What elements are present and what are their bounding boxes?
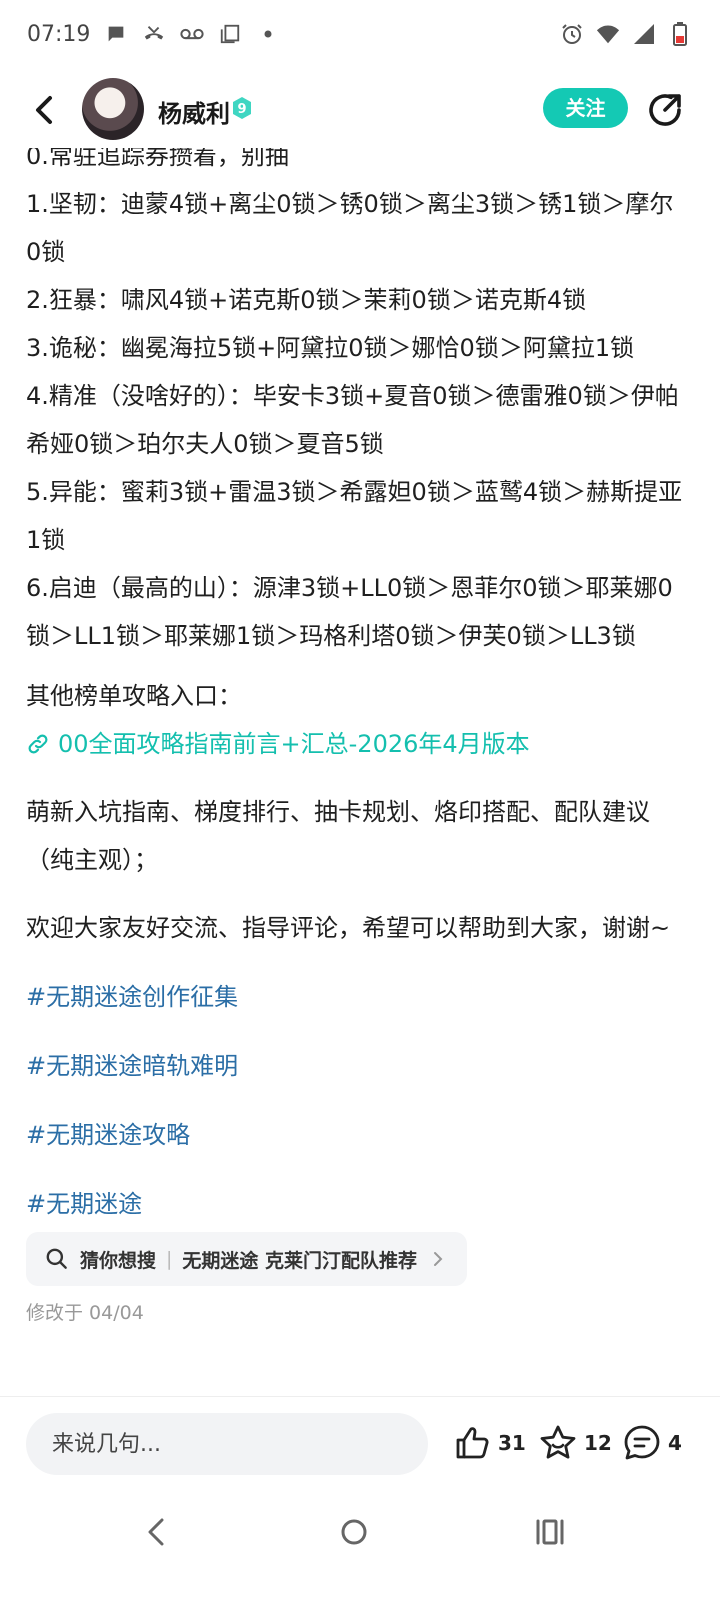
- nav-home-icon: [341, 1519, 367, 1545]
- post-header: 杨威利 9 关注: [0, 72, 720, 148]
- nav-back-icon: [148, 1518, 164, 1546]
- system-nav-bar: [0, 1492, 720, 1600]
- battery-icon: [668, 22, 692, 46]
- guide-link-text[interactable]: 00全面攻略指南前言+汇总-2026年4月版本: [58, 720, 530, 768]
- suggest-query: 无期迷途 克莱门汀配队推荐: [182, 1249, 418, 1272]
- other-lists-label: 其他榜单攻略入口：: [26, 682, 242, 710]
- thumbs-up-icon: [456, 1427, 489, 1459]
- status-notification-icons: [104, 22, 280, 46]
- tier-line-1: 1.坚韧：迪蒙4锁+离尘0锁＞锈0锁＞离尘3锁＞锈1锁＞摩尔0锁: [26, 190, 674, 266]
- chat-bubble-icon: [104, 22, 128, 46]
- comment-button[interactable]: 4: [622, 1423, 682, 1463]
- status-system-icons: [560, 22, 692, 46]
- level-badge-number: 9: [237, 102, 246, 117]
- guide-link[interactable]: 00全面攻略指南前言+汇总-2026年4月版本: [26, 720, 686, 768]
- back-button[interactable]: [26, 90, 64, 130]
- status-time: 07:19: [27, 22, 91, 47]
- tier-line-3: 3.诡秘：幽冕海拉5锁+阿黛拉0锁＞娜恰0锁＞阿黛拉1锁: [26, 334, 635, 362]
- nav-recents-icon: [536, 1519, 564, 1545]
- comment-count: 4: [668, 1431, 682, 1455]
- tier-line-4: 4.精准（没啥好的）：毕安卡3锁+夏音0锁＞德雷雅0锁＞伊帕希娅0锁＞珀尔夫人0…: [26, 382, 679, 458]
- level-badge-icon: 9: [233, 97, 251, 119]
- missed-call-icon: [142, 22, 166, 46]
- nav-recents-button[interactable]: [530, 1512, 570, 1552]
- suggest-prefix: 猜你想搜: [80, 1249, 157, 1272]
- welcome-text: 欢迎大家友好交流、指导评论，希望可以帮助到大家，谢谢~: [26, 914, 671, 942]
- intro-text: 萌新入坑指南、梯度排行、抽卡规划、烙印搭配、配队建议（纯主观）；: [26, 798, 650, 874]
- status-bar: 07:19: [0, 0, 720, 70]
- topic-tag[interactable]: #无期迷途暗轨难明: [26, 1042, 686, 1090]
- signal-icon: [632, 22, 656, 46]
- post-content: 0.常驻追踪券攒着，别抽 1.坚韧：迪蒙4锁+离尘0锁＞锈0锁＞离尘3锁＞锈1锁…: [26, 132, 686, 1394]
- wifi-icon: [596, 22, 620, 46]
- tier-line-2: 2.狂暴：啸风4锁+诺克斯0锁＞茉莉0锁＞诺克斯4锁: [26, 286, 587, 314]
- bottom-action-bar: 31 12 4: [0, 1396, 720, 1493]
- star-icon: [540, 1425, 576, 1459]
- search-suggestion-chip[interactable]: 猜你想搜 | 无期迷途 克莱门汀配队推荐: [26, 1232, 468, 1286]
- suggest-divider: |: [166, 1248, 173, 1270]
- author-name[interactable]: 杨威利: [158, 94, 230, 129]
- topic-tag[interactable]: #无期迷途: [26, 1180, 686, 1228]
- tier-line-5: 5.异能：蜜莉3锁+雷温3锁＞希露妲0锁＞蓝鹫4锁＞赫斯提亚1锁: [26, 478, 683, 554]
- nav-back-button[interactable]: [138, 1512, 178, 1552]
- chevron-left-icon: [36, 96, 52, 124]
- like-button[interactable]: 31: [452, 1423, 526, 1463]
- nav-home-button[interactable]: [334, 1512, 374, 1552]
- dot-icon: [256, 22, 280, 46]
- alarm-icon: [560, 22, 584, 46]
- comment-input[interactable]: [26, 1413, 428, 1475]
- copy-icon: [218, 22, 242, 46]
- topic-tag[interactable]: #无期迷途攻略: [26, 1111, 686, 1159]
- link-icon: [28, 734, 48, 754]
- comment-bubble-icon: [624, 1425, 660, 1460]
- like-count: 31: [498, 1431, 526, 1455]
- voicemail-icon: [180, 22, 204, 46]
- tier-line-6: 6.启迪（最高的山）：源津3锁+LL0锁＞恩菲尔0锁＞耶莱娜0锁＞LL1锁＞耶莱…: [26, 574, 673, 650]
- favorite-count: 12: [584, 1431, 612, 1455]
- search-icon: [46, 1248, 67, 1269]
- modified-date: 修改于 04/04: [26, 1302, 144, 1324]
- share-icon: [649, 94, 681, 126]
- share-button[interactable]: [645, 90, 685, 130]
- chevron-right-icon: [434, 1252, 443, 1266]
- favorite-button[interactable]: 12: [538, 1423, 612, 1463]
- follow-button[interactable]: 关注: [543, 88, 628, 128]
- topic-tag[interactable]: #无期迷途创作征集: [26, 973, 686, 1021]
- author-avatar[interactable]: [82, 78, 144, 140]
